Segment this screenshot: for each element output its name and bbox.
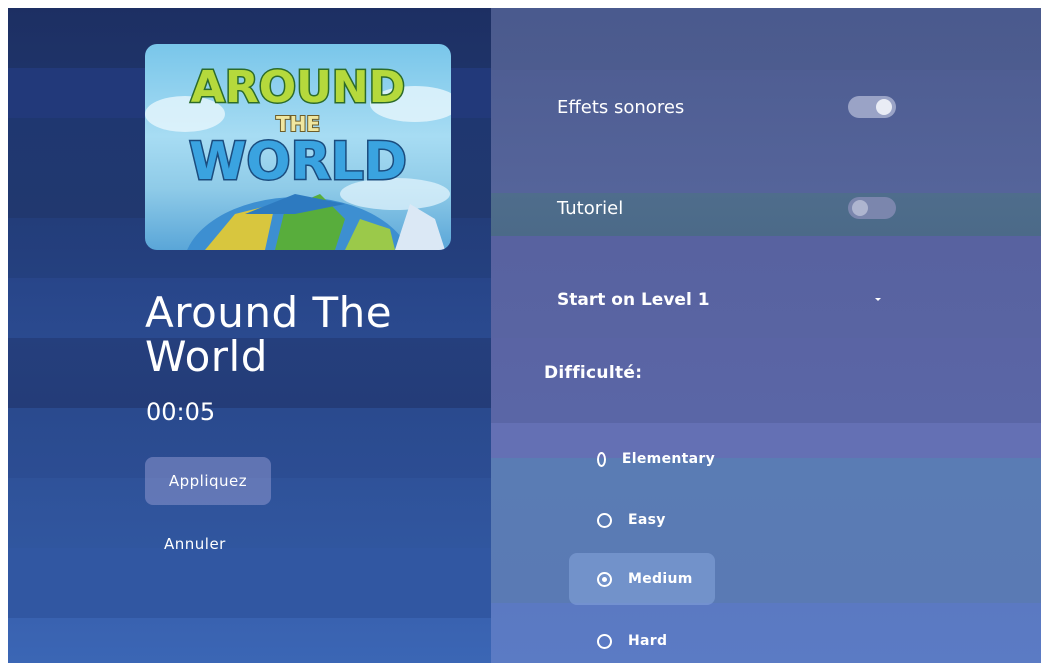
sound-effects-label: Effets sonores bbox=[557, 97, 685, 118]
start-level-dropdown[interactable]: Start on Level 1 bbox=[557, 290, 710, 310]
tutorial-label: Tutoriel bbox=[557, 198, 624, 219]
radio-icon bbox=[597, 633, 612, 649]
difficulty-option-easy[interactable]: Easy bbox=[569, 494, 715, 546]
option-label: Elementary bbox=[621, 451, 715, 467]
game-time: 00:05 bbox=[146, 398, 216, 426]
difficulty-option-hard[interactable]: Hard bbox=[569, 615, 715, 663]
dropdown-arrow-icon[interactable] bbox=[875, 298, 881, 301]
settings-screen: AROUND THE WORLD Around The World 00:05 … bbox=[8, 8, 1041, 663]
radio-icon bbox=[597, 451, 606, 467]
option-label: Easy bbox=[628, 512, 666, 528]
settings-panel: Effets sonores Tutoriel Start on Level 1… bbox=[491, 8, 1041, 663]
difficulty-option-medium[interactable]: Medium bbox=[569, 553, 715, 605]
toggle-knob bbox=[876, 99, 892, 115]
radio-dot bbox=[602, 576, 607, 582]
game-title: Around The World bbox=[145, 288, 393, 381]
tutorial-toggle[interactable] bbox=[848, 197, 896, 219]
difficulty-label: Difficulté: bbox=[544, 363, 643, 383]
cover-word-1: AROUND bbox=[191, 62, 405, 113]
radio-selected-icon bbox=[597, 571, 612, 587]
option-label: Medium bbox=[628, 571, 693, 587]
game-cover-image: AROUND THE WORLD bbox=[145, 44, 451, 250]
option-label: Hard bbox=[628, 633, 668, 649]
difficulty-option-elementary[interactable]: Elementary bbox=[569, 433, 715, 485]
toggle-knob bbox=[852, 200, 868, 216]
sound-effects-toggle[interactable] bbox=[848, 96, 896, 118]
radio-icon bbox=[597, 512, 612, 528]
game-info-panel: AROUND THE WORLD Around The World 00:05 … bbox=[8, 8, 491, 663]
cancel-button[interactable]: Annuler bbox=[164, 535, 226, 553]
cover-word-3: WORLD bbox=[189, 132, 407, 192]
apply-button[interactable]: Appliquez bbox=[145, 457, 271, 505]
